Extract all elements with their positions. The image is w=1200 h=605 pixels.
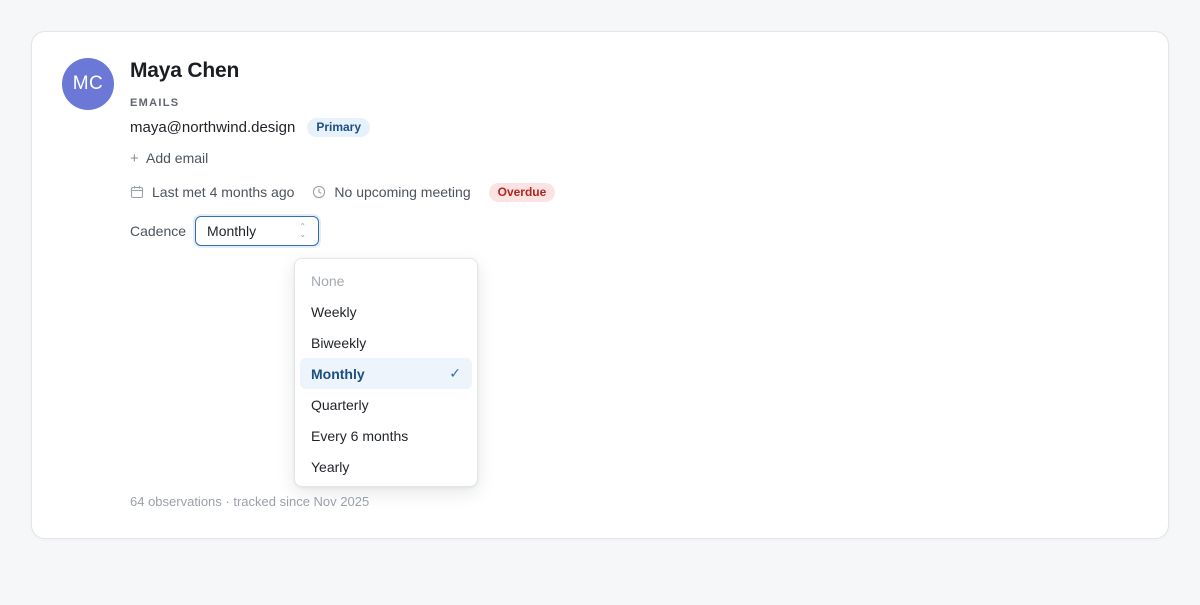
option-label: Every 6 months [311,427,409,444]
upcoming-text: No upcoming meeting [334,184,471,200]
last-met-text: Last met 4 months ago [152,184,295,200]
option-label: Yearly [311,458,350,475]
contact-card: MC Maya Chen EMAILS maya@northwind.desig… [31,31,1169,539]
email-address[interactable]: maya@northwind.design [130,119,295,136]
overdue-badge: Overdue [488,182,556,202]
option-quarterly[interactable]: Quarterly [300,389,472,420]
option-label: Monthly [311,365,365,382]
last-met-item: Last met 4 months ago [130,184,294,200]
option-monthly[interactable]: Monthly ✓ [300,358,472,389]
add-email-button[interactable]: + Add email [130,148,208,168]
cadence-dropdown-menu: None Weekly Biweekly Monthly ✓ Quarterly… [294,258,478,487]
emails-section-label: EMAILS [130,97,180,109]
observations-footer: 64 observations · tracked since Nov 2025 [130,494,370,509]
primary-badge: Primary [307,117,371,137]
option-biweekly[interactable]: Biweekly [300,327,472,358]
meeting-meta-row: Last met 4 months ago No upcoming meetin… [130,182,556,202]
select-arrows-icon: ⌃ ⌄ [299,222,307,239]
avatar: MC [62,58,114,110]
option-none: None [300,265,472,296]
email-row: maya@northwind.design Primary [130,117,371,137]
avatar-initials: MC [72,73,104,94]
plus-icon: + [130,149,139,167]
upcoming-item: No upcoming meeting [312,184,471,200]
add-email-label: Add email [146,150,209,166]
contact-name: Maya Chen [130,59,240,82]
option-label: Quarterly [311,396,369,413]
option-label: None [311,272,345,289]
option-every-6-months[interactable]: Every 6 months [300,420,472,451]
option-weekly[interactable]: Weekly [300,296,472,327]
option-label: Biweekly [311,334,367,351]
cadence-row: Cadence Monthly ⌃ ⌄ [130,216,320,246]
calendar-icon [130,186,144,199]
cadence-selected-value: Monthly [207,223,257,239]
option-yearly[interactable]: Yearly [300,451,472,482]
cadence-select[interactable]: Monthly ⌃ ⌄ [195,216,320,246]
checkmark-icon: ✓ [449,365,461,381]
clock-icon [313,185,326,199]
option-label: Weekly [311,303,357,320]
cadence-label: Cadence [130,223,187,239]
